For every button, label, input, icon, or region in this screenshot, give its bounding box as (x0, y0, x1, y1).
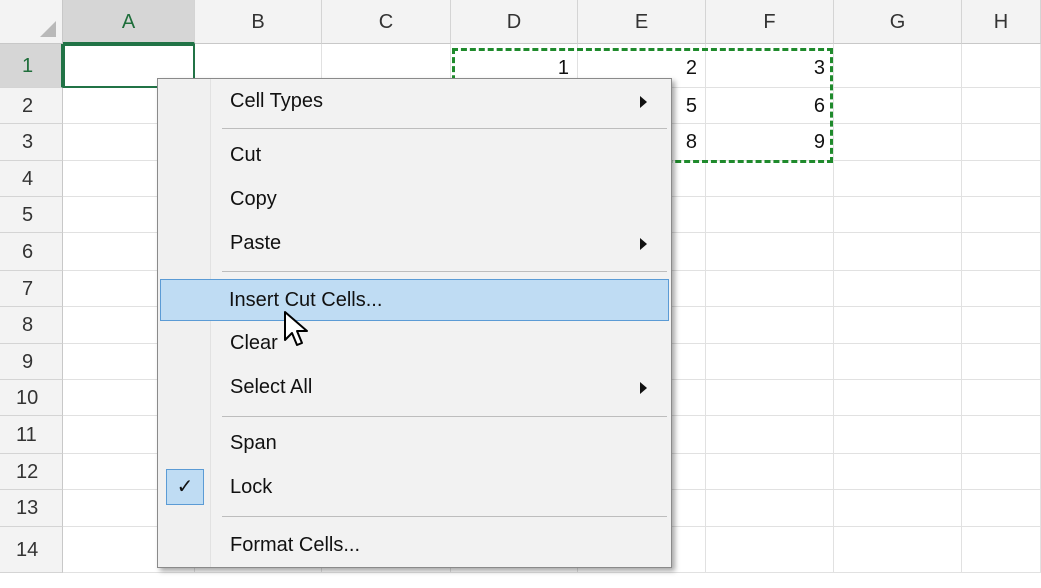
menu-item-clear[interactable]: Clear (160, 323, 669, 363)
menu-item-format-cells[interactable]: Format Cells... (160, 525, 669, 565)
grid-cell[interactable] (834, 344, 962, 380)
grid-cell[interactable] (962, 197, 1041, 233)
menu-item-copy[interactable]: Copy (160, 179, 669, 219)
menu-item-paste[interactable]: Paste (160, 223, 669, 263)
grid-cell[interactable] (834, 197, 962, 233)
grid-cell[interactable] (706, 161, 834, 197)
menu-separator (222, 416, 667, 417)
grid-cell[interactable] (834, 380, 962, 416)
column-header-a[interactable]: A (63, 0, 195, 44)
row-header-4[interactable]: 4 (0, 161, 63, 197)
row-header-13[interactable]: 13 (0, 490, 63, 527)
menu-item-insert-cut-cells[interactable]: Insert Cut Cells... (160, 279, 669, 321)
grid-cell[interactable] (962, 44, 1041, 88)
row-header-6[interactable]: 6 (0, 233, 63, 271)
grid-cell[interactable] (962, 380, 1041, 416)
column-header-d[interactable]: D (451, 0, 578, 44)
menu-item-label: Paste (230, 232, 282, 254)
grid-cell[interactable] (706, 527, 834, 573)
grid-cell[interactable] (834, 44, 962, 88)
row-header-12[interactable]: 12 (0, 454, 63, 490)
menu-item-cell-types[interactable]: Cell Types (160, 81, 669, 121)
menu-item-select-all[interactable]: Select All (160, 367, 669, 407)
submenu-arrow-icon (640, 238, 647, 250)
grid-cell[interactable] (706, 416, 834, 454)
menu-item-label: Cut (230, 144, 262, 166)
row-header-1[interactable]: 1 (0, 44, 63, 88)
menu-item-label: Lock (230, 476, 273, 498)
grid-cell[interactable] (834, 454, 962, 490)
grid-cell[interactable] (834, 307, 962, 344)
menu-separator (222, 128, 667, 129)
menu-separator (222, 516, 667, 517)
column-header-f[interactable]: F (706, 0, 834, 44)
grid-cell[interactable] (706, 454, 834, 490)
menu-item-label: Select All (230, 376, 313, 398)
column-header-h[interactable]: H (962, 0, 1041, 44)
grid-cell[interactable] (962, 271, 1041, 307)
menu-item-lock[interactable]: ✓ Lock (160, 467, 669, 507)
menu-item-label: Clear (230, 332, 278, 354)
context-menu: Cell Types Cut Copy Paste Insert Cut Cel… (157, 78, 672, 568)
grid-cell[interactable] (706, 307, 834, 344)
grid-cell[interactable] (706, 233, 834, 271)
grid-cell[interactable] (834, 271, 962, 307)
column-header-e[interactable]: E (578, 0, 706, 44)
menu-separator (222, 271, 667, 272)
corner-triangle-icon (40, 21, 56, 37)
menu-item-label: Span (230, 432, 277, 454)
menu-item-cut[interactable]: Cut (160, 135, 669, 175)
row-header-8[interactable]: 8 (0, 307, 63, 344)
menu-item-label: Format Cells... (230, 534, 361, 556)
grid-cell[interactable] (834, 161, 962, 197)
row-header-9[interactable]: 9 (0, 344, 63, 380)
row-header-3[interactable]: 3 (0, 124, 63, 161)
grid-cell[interactable] (834, 88, 962, 124)
cell-f1[interactable]: 3 (706, 44, 834, 88)
grid-cell[interactable] (962, 416, 1041, 454)
grid-cell[interactable] (834, 527, 962, 573)
row-header-14[interactable]: 14 (0, 527, 63, 573)
check-icon: ✓ (166, 469, 204, 505)
submenu-arrow-icon (640, 96, 647, 108)
row-header-7[interactable]: 7 (0, 271, 63, 307)
grid-cell[interactable] (962, 527, 1041, 573)
row-header-10[interactable]: 10 (0, 380, 63, 416)
grid-cell[interactable] (962, 454, 1041, 490)
row-header-2[interactable]: 2 (0, 88, 63, 124)
grid-cell[interactable] (834, 233, 962, 271)
row-header-5[interactable]: 5 (0, 197, 63, 233)
grid-cell[interactable] (962, 88, 1041, 124)
menu-item-label: Cell Types (230, 90, 324, 112)
grid-cell[interactable] (706, 380, 834, 416)
grid-cell[interactable] (706, 197, 834, 233)
grid-cell[interactable] (706, 344, 834, 380)
grid-cell[interactable] (962, 124, 1041, 161)
grid-cell[interactable] (962, 233, 1041, 271)
grid-cell[interactable] (962, 490, 1041, 527)
grid-cell[interactable] (962, 307, 1041, 344)
grid-cell[interactable] (834, 416, 962, 454)
menu-item-label: Copy (230, 188, 277, 210)
grid-cell[interactable] (834, 490, 962, 527)
column-header-g[interactable]: G (834, 0, 962, 44)
mouse-pointer-icon (284, 311, 308, 346)
grid-cell[interactable] (962, 344, 1041, 380)
grid-cell[interactable] (834, 124, 962, 161)
menu-item-span[interactable]: Span (160, 423, 669, 463)
grid-cell[interactable] (706, 271, 834, 307)
select-all-corner[interactable] (0, 0, 63, 44)
column-header-b[interactable]: B (195, 0, 322, 44)
row-header-11[interactable]: 11 (0, 416, 63, 454)
grid-cell[interactable] (962, 161, 1041, 197)
grid-cell[interactable] (706, 490, 834, 527)
submenu-arrow-icon (640, 382, 647, 394)
cell-f3[interactable]: 9 (706, 124, 834, 161)
cell-f2[interactable]: 6 (706, 88, 834, 124)
column-header-c[interactable]: C (322, 0, 451, 44)
